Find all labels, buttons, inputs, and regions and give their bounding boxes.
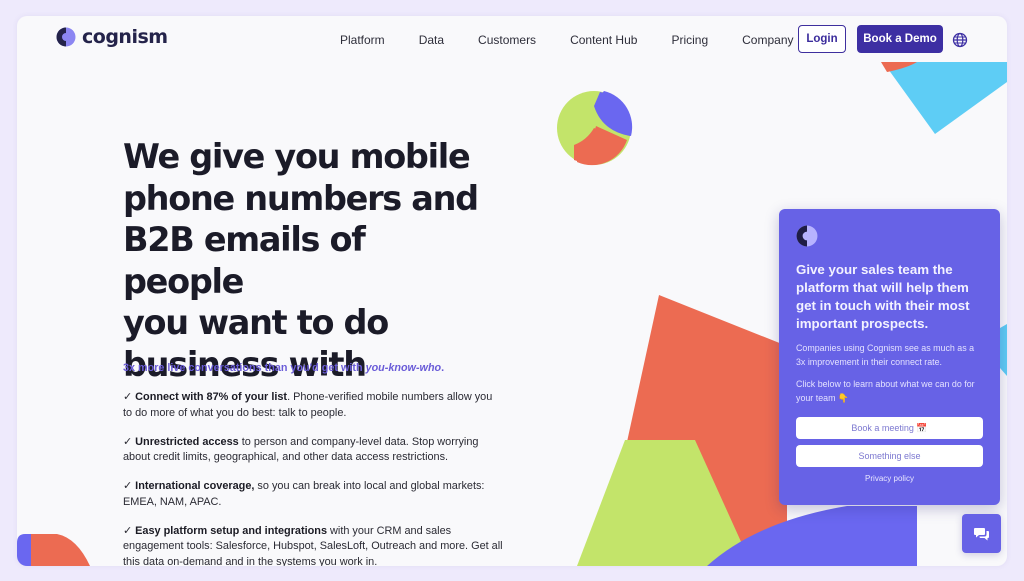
check-icon: ✓: [123, 435, 133, 448]
feature-title: Easy platform setup and integrations: [135, 524, 328, 537]
tagline-text: 3x more live conversations than you'd ge…: [123, 362, 366, 374]
feature-title: Connect with 87% of your list: [135, 391, 288, 403]
nav-platform[interactable]: Platform: [340, 30, 385, 50]
decor-sky-triangle: [883, 62, 1007, 134]
feature-title: International coverage,: [135, 480, 255, 492]
page-frame: cognism Platform Data Customers Content …: [17, 16, 1007, 566]
privacy-policy-link[interactable]: Privacy policy: [796, 474, 983, 483]
feature-title: Unrestricted access: [135, 435, 239, 448]
nav-customers[interactable]: Customers: [478, 30, 536, 50]
something-else-button[interactable]: Something else: [796, 445, 983, 467]
decor-sky-sliver: [1000, 324, 1007, 376]
chat-launcher-button[interactable]: [962, 514, 1001, 553]
feature-item: ✓ Connect with 87% of your list. Phone-v…: [123, 390, 503, 421]
check-icon: ✓: [123, 391, 133, 403]
cognism-logo[interactable]: cognism: [56, 26, 168, 48]
decor-bottom-left-shape: [17, 534, 31, 566]
hero-title: We give you mobile phone numbers and B2B…: [123, 136, 483, 385]
logo-mark-icon: [56, 27, 76, 47]
feature-item: ✓ Easy platform setup and integrations w…: [123, 524, 503, 567]
nav-pricing[interactable]: Pricing: [671, 30, 708, 50]
tagline-emphasis: you-know-who: [365, 362, 442, 374]
nav-content-hub[interactable]: Content Hub: [570, 30, 637, 50]
nav-company[interactable]: Company: [742, 30, 793, 50]
book-demo-button[interactable]: Book a Demo: [857, 25, 943, 53]
tagline-suffix: .: [441, 362, 445, 374]
logo-wordmark: cognism: [82, 26, 168, 48]
check-icon: ✓: [123, 524, 133, 537]
hero-title-line: phone numbers and: [123, 178, 479, 218]
hero-tagline: 3x more live conversations than you'd ge…: [123, 362, 444, 374]
chat-widget-card: Give your sales team the platform that w…: [779, 209, 1000, 505]
hero-title-line: you want to do: [123, 303, 389, 342]
feature-list: ✓ Connect with 87% of your list. Phone-v…: [123, 390, 503, 566]
chat-paragraph: Companies using Cognism see as much as a…: [796, 343, 975, 367]
login-button[interactable]: Login: [798, 25, 846, 53]
main-nav: Platform Data Customers Content Hub Pric…: [340, 30, 794, 50]
book-meeting-button[interactable]: Book a meeting 📅: [796, 417, 983, 439]
chat-logo-icon: [796, 225, 818, 247]
decor-pie: [557, 91, 633, 166]
chat-paragraph: Click below to learn about what we can d…: [796, 379, 975, 403]
chat-heading: Give your sales team the platform that w…: [796, 262, 970, 331]
chat-bubbles-icon: [973, 527, 989, 540]
hero-title-line: B2B emails of people: [123, 220, 366, 301]
globe-icon[interactable]: [952, 32, 968, 48]
decor-bottom-left-coral: [31, 534, 90, 566]
check-icon: ✓: [123, 480, 133, 492]
feature-item: ✓ International coverage, so you can bre…: [123, 479, 503, 510]
feature-item: ✓ Unrestricted access to person and comp…: [123, 435, 503, 466]
nav-data[interactable]: Data: [419, 30, 444, 50]
hero-title-line: We give you mobile: [123, 137, 471, 176]
